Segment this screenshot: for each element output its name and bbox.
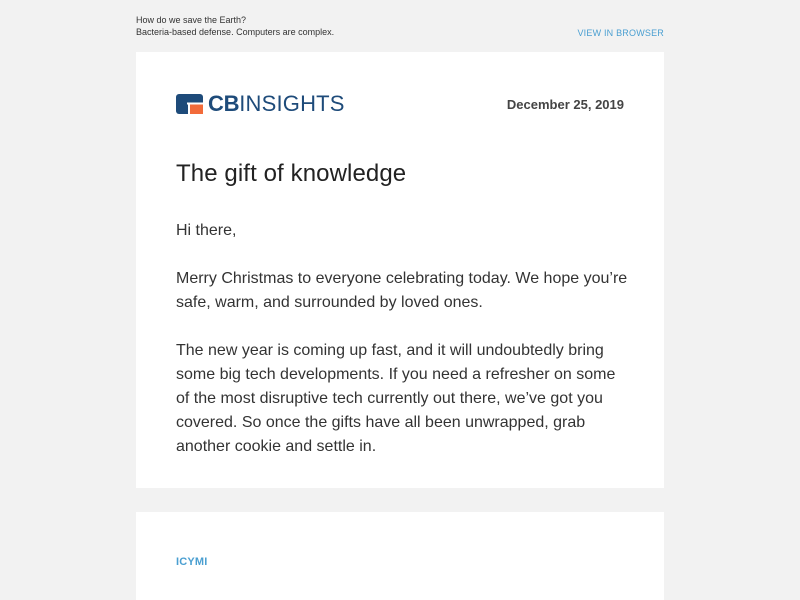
headline: The gift of knowledge [176,160,407,187]
greeting-text: Hi there, [176,222,237,239]
logo-wordmark: CBINSIGHTS [208,92,345,116]
icymi-card: ICYMI [136,512,664,600]
icymi-label: ICYMI [176,556,208,568]
main-card: CBINSIGHTS December 25, 2019 The gift of… [136,52,664,488]
view-in-browser-link[interactable]: VIEW IN BROWSER [577,27,664,39]
email-date: December 25, 2019 [506,97,624,112]
email-header: CBINSIGHTS December 25, 2019 [176,92,624,116]
cb-insights-logo[interactable]: CBINSIGHTS [176,92,345,116]
preheader-line-2: Bacteria-based defense. Computers are co… [136,27,335,37]
preheader-line-1: How do we save the Earth? [136,15,247,25]
logo-cb: CB [208,91,240,116]
logo-insights: INSIGHTS [239,91,345,116]
cb-insights-logo-mark-icon [176,94,203,114]
paragraph-2: The new year is coming up fast, and it w… [176,342,616,455]
preheader-text: How do we save the Earth? Bacteria-based… [136,14,334,38]
email-page: How do we save the Earth? Bacteria-based… [0,0,800,600]
paragraph-1: Merry Christmas to everyone celebrating … [176,270,628,311]
preheader: How do we save the Earth? Bacteria-based… [136,14,664,42]
